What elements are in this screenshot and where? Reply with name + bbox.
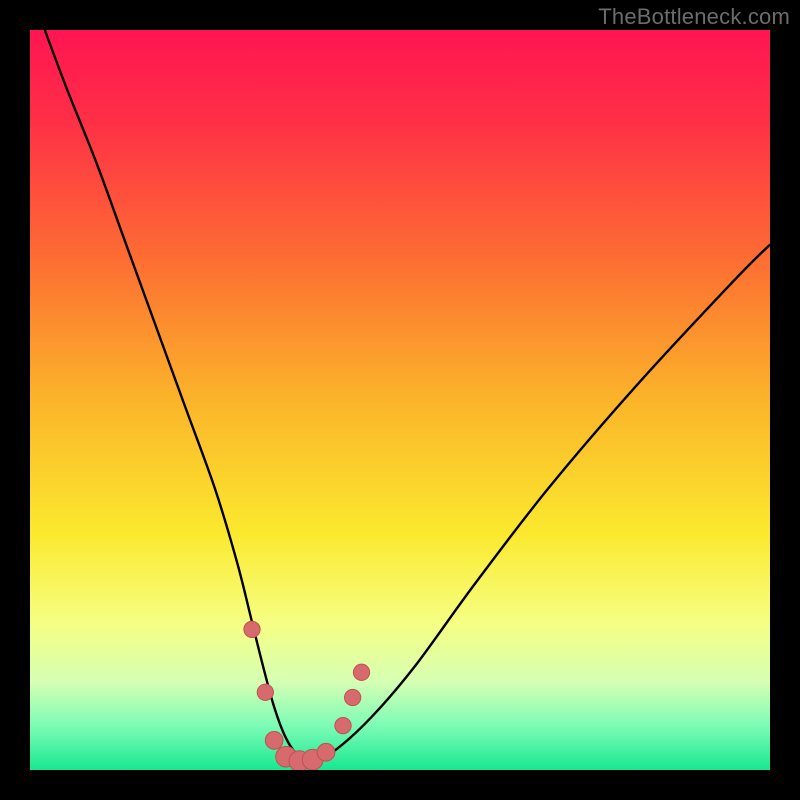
data-marker	[335, 717, 351, 733]
data-marker	[257, 684, 273, 700]
data-marker	[317, 743, 335, 761]
data-marker	[353, 664, 369, 680]
data-marker	[265, 732, 283, 750]
bottleneck-chart	[30, 30, 770, 770]
watermark-text: TheBottleneck.com	[598, 4, 790, 30]
chart-frame	[30, 30, 770, 770]
data-marker	[345, 689, 361, 705]
data-marker	[244, 621, 260, 637]
gradient-background	[30, 30, 770, 770]
